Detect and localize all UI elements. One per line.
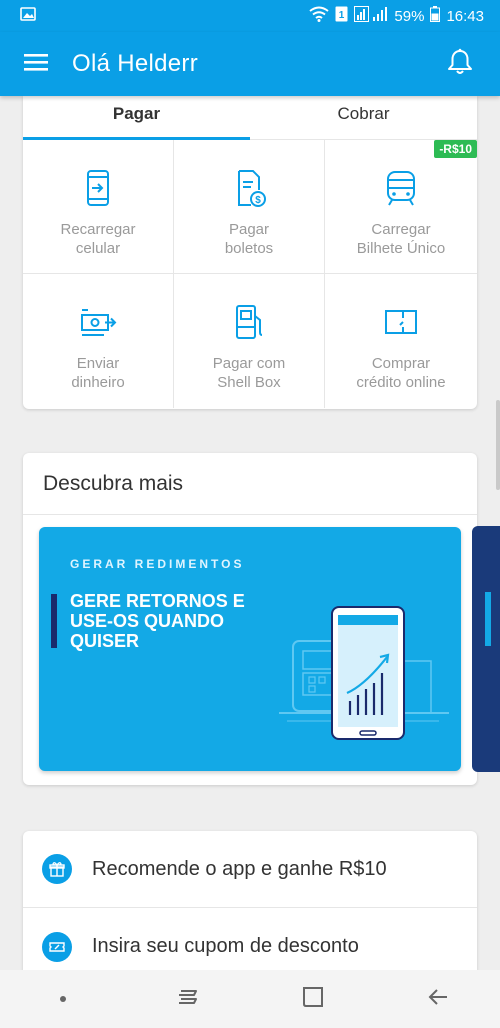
ticket-icon [381,302,421,342]
action-label: Pagar com Shell Box [212,355,286,391]
nav-dot-button[interactable] [33,970,93,1028]
action-label: Enviar dinheiro [71,355,125,391]
action-carregar-bilhete-unico[interactable]: -R$10 Carregar Bilhete Único [325,140,477,274]
growth-chart-phone-illustration [239,597,461,771]
tab-pagar[interactable]: Pagar [23,96,250,139]
action-enviar-dinheiro[interactable]: Enviar dinheiro [23,274,174,408]
page-title: Olá Helderr [72,50,199,77]
battery-icon [430,6,441,26]
banner-eyebrow: GERAR REDIMENTOS [70,557,245,571]
clock: 16:43 [446,7,484,25]
action-comprar-credito-online[interactable]: Comprar crédito online [325,274,477,408]
notifications-button[interactable] [420,32,500,96]
back-button[interactable] [408,970,468,1028]
send-money-icon [78,302,118,342]
svg-text:1: 1 [339,10,345,21]
action-recarregar-celular[interactable]: Recarregar celular [23,140,174,274]
payment-actions-grid: Recarregar celular $ Pagar boletos -R$10… [23,140,477,408]
discount-badge: -R$10 [434,140,477,158]
sim-icon: 1 [335,6,348,26]
status-bar: 1 59% 16:43 [0,0,500,32]
action-label: Pagar boletos [224,221,274,257]
svg-text:$: $ [255,195,261,206]
recent-apps-icon [177,987,199,1012]
fuel-pump-icon [229,302,269,342]
phone-recharge-icon [78,168,118,208]
home-button[interactable] [283,970,343,1028]
bell-icon [447,48,473,81]
list-item-label: Recomende o app e ganhe R$10 [92,857,387,880]
payments-tabs: Pagar Cobrar [23,96,477,140]
list-item-label: Insira seu cupom de desconto [92,935,359,957]
coupon-icon [42,931,72,962]
promo-banner[interactable]: GERAR REDIMENTOS GERE RETORNOS E USE-OS … [39,527,461,771]
banner-accent-bar [51,594,57,648]
scrollbar[interactable] [496,400,500,490]
battery-level: 59% [394,7,425,25]
links-card: Recomende o app e ganhe R$10 Insira seu … [23,831,477,971]
wifi-icon [309,6,330,26]
bus-icon [381,168,421,208]
recent-apps-button[interactable] [158,970,218,1028]
back-arrow-icon [427,987,449,1012]
dot-icon [59,990,67,1008]
section-title: Descubra mais [23,453,477,515]
status-icons: 1 59% 16:43 [309,6,484,26]
tab-cobrar[interactable]: Cobrar [250,96,477,139]
menu-icon [24,52,48,77]
image-icon [20,7,36,25]
home-icon [302,986,324,1013]
payments-card: Pagar Cobrar Recarregar celular $ Pagar … [23,96,477,409]
bill-icon: $ [229,168,269,208]
discover-card: Descubra mais GERAR REDIMENTOS GERE RETO… [23,453,477,785]
signal-icon [354,6,388,26]
list-item-recommend[interactable]: Recomende o app e ganhe R$10 [23,831,477,908]
action-label: Recarregar celular [60,221,136,257]
app-bar: Olá Helderr [0,32,500,96]
menu-button[interactable] [0,32,72,96]
banner-accent-bar [485,592,491,646]
gift-icon [42,854,72,884]
next-banner-peek[interactable] [472,526,500,772]
action-pagar-shell-box[interactable]: Pagar com Shell Box [174,274,325,408]
action-label: Carregar Bilhete Único [356,221,446,257]
system-nav-bar [0,970,500,1028]
action-pagar-boletos[interactable]: $ Pagar boletos [174,140,325,274]
list-item-coupon[interactable]: Insira seu cupom de desconto [23,908,477,971]
action-label: Comprar crédito online [356,355,446,391]
